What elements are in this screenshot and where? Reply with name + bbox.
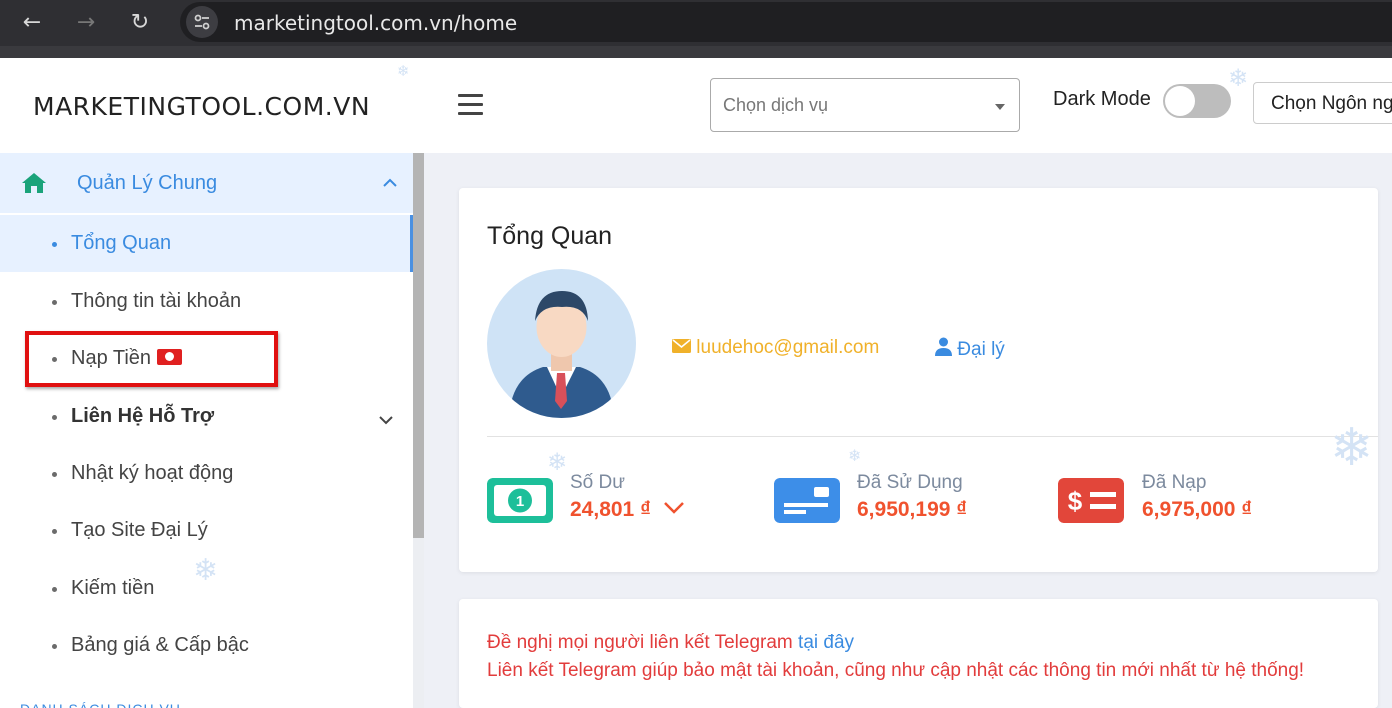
bullet [52, 300, 57, 305]
sidebar-item-label: Thông tin tài khoản [71, 290, 242, 312]
svg-text:1: 1 [516, 493, 524, 510]
browser-toolbar: ← → ↻ marketingtool.com.vn/home [0, 0, 1392, 46]
sidebar-item-label: Liên Hệ Hỗ Trợ [71, 405, 215, 427]
sidebar-item-nhat-ky-hoat-dong[interactable]: Nhật ký hoạt động [0, 445, 413, 502]
bullet [52, 415, 57, 420]
user-role-text: Đại lý [957, 339, 1005, 360]
sidebar-scrollbar[interactable] [413, 153, 424, 708]
home-icon [22, 173, 46, 193]
card-icon [774, 478, 840, 523]
address-bar[interactable]: marketingtool.com.vn/home [180, 2, 1392, 42]
site-settings-icon[interactable] [186, 6, 218, 38]
brand-logo[interactable]: MARKETINGTOOL.COM.VN [33, 92, 370, 121]
user-role[interactable]: Đại lý [935, 337, 1005, 361]
snowflake-icon: ❄ [1228, 64, 1249, 92]
sidebar-item-label: Bảng giá & Cấp bậc [71, 634, 249, 656]
bullet [52, 472, 57, 477]
sidebar-item-tao-site-dai-ly[interactable]: Tạo Site Đại Lý [0, 502, 413, 559]
sidebar-item-tong-quan[interactable]: Tổng Quan [0, 215, 413, 272]
bullet [52, 242, 57, 247]
overview-card: Tổng Quan luudehoc@gmail.com Đại lý 1 Số [459, 188, 1378, 572]
bullet [52, 587, 57, 592]
toggle-knob [1165, 86, 1195, 116]
divider [487, 436, 1378, 437]
sidebar-item-thong-tin-tai-khoan[interactable]: Thông tin tài khoản [0, 273, 413, 330]
url-text: marketingtool.com.vn/home [234, 11, 518, 35]
annotation-highlight-box [25, 331, 278, 387]
stat-used-label: Đã Sử Dụng [857, 472, 963, 493]
bullet [52, 529, 57, 534]
page-title: Tổng Quan [487, 222, 613, 250]
stat-balance-amount: 24,801 ₫ [570, 498, 651, 521]
notice-line-1-text: Đề nghị mọi người liên kết Telegram [487, 632, 799, 653]
language-button-label: Chọn Ngôn ngữ [1271, 93, 1392, 114]
scrollbar-thumb[interactable] [413, 153, 424, 538]
snowflake-icon: ❄ [848, 446, 862, 465]
sidebar-item-label: Tạo Site Đại Lý [71, 519, 208, 541]
sidebar: Quản Lý Chung Tổng Quan Thông tin tài kh… [0, 153, 413, 708]
sidebar-item-label: Tổng Quan [71, 232, 172, 254]
dollar-list-icon: $ [1058, 478, 1124, 523]
banknote-icon: 1 [487, 478, 553, 523]
sidebar-group-quan-ly-chung[interactable]: Quản Lý Chung [0, 153, 413, 213]
dark-mode-toggle[interactable] [1163, 84, 1231, 118]
dark-mode-label: Dark Mode [1053, 88, 1151, 110]
snowflake-icon: ❄ [193, 553, 219, 588]
sidebar-item-label: Nhật ký hoạt động [71, 462, 234, 484]
sidebar-item-lien-he-ho-tro[interactable]: Liên Hệ Hỗ Trợ [0, 388, 413, 445]
telegram-notice-card: Đề nghị mọi người liên kết Telegram tại … [459, 599, 1378, 708]
notice-line-2: Liên kết Telegram giúp bảo mật tài khoản… [487, 660, 1305, 681]
chevron-up-icon[interactable] [382, 175, 398, 191]
stat-used-value: 6,950,199 ₫ [857, 498, 968, 521]
caret-down-icon [995, 104, 1005, 110]
chevron-down-icon[interactable] [378, 412, 394, 428]
forward-arrow-icon[interactable]: → [71, 8, 101, 38]
user-icon [935, 337, 952, 356]
reload-icon[interactable]: ↻ [125, 8, 155, 38]
service-select[interactable]: Chọn dịch vụ [710, 78, 1020, 132]
sidebar-group-label: Quản Lý Chung [77, 172, 218, 194]
envelope-icon [672, 339, 691, 353]
sidebar-item-bang-gia-cap-bac[interactable]: Bảng giá & Cấp bậc [0, 617, 413, 674]
stat-deposited-value: 6,975,000 ₫ [1142, 498, 1253, 521]
back-arrow-icon[interactable]: ← [17, 8, 47, 38]
app-header: MARKETINGTOOL.COM.VN Chọn dịch vụ Dark M… [0, 58, 1392, 153]
language-select-button[interactable]: Chọn Ngôn ngữ [1253, 82, 1392, 124]
svg-text:$: $ [1068, 486, 1083, 516]
sidebar-section-heading: DANH SÁCH DỊCH VỤ [20, 701, 181, 708]
telegram-link[interactable]: tại đây [798, 632, 854, 653]
bullet [52, 644, 57, 649]
chevron-down-icon[interactable] [663, 501, 685, 515]
snowflake-icon: ❄ [397, 62, 410, 80]
stat-balance-label: Số Dư [570, 472, 625, 493]
notice-line-1: Đề nghị mọi người liên kết Telegram tại … [487, 632, 854, 654]
sidebar-item-label: Kiếm tiền [71, 577, 155, 599]
browser-divider [0, 46, 1392, 58]
stat-balance-value[interactable]: 24,801 ₫ [570, 498, 685, 522]
snowflake-icon: ❄ [1330, 418, 1374, 478]
user-email-text: luudehoc@gmail.com [696, 337, 880, 358]
stat-deposited-label: Đã Nạp [1142, 472, 1207, 493]
service-select-placeholder: Chọn dịch vụ [723, 95, 829, 115]
snowflake-icon: ❄ [547, 448, 568, 476]
avatar [487, 269, 636, 418]
user-email[interactable]: luudehoc@gmail.com [672, 337, 879, 359]
menu-toggle-icon[interactable] [458, 94, 483, 116]
